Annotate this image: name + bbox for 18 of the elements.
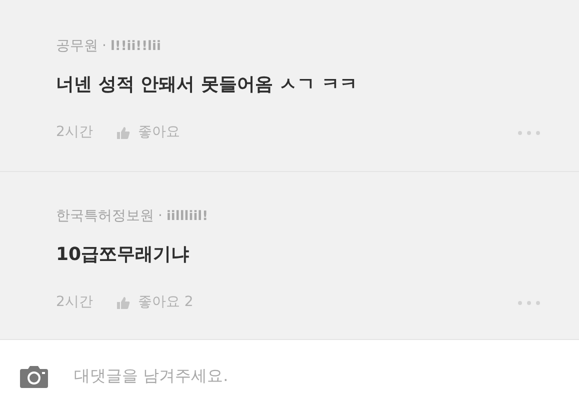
comment-time: 2시간 [56, 123, 93, 142]
author-name: 한국특허정보원 [56, 207, 154, 226]
separator-dot: · [158, 207, 162, 226]
reply-bar[interactable]: 대댓글을 남겨주세요. [0, 340, 579, 411]
more-icon[interactable] [517, 300, 541, 306]
camera-icon[interactable] [20, 364, 48, 388]
author-name: 공무원 [56, 37, 98, 56]
comment-text: 너넨 성적 안돼서 못들어옴 ㅅㄱ ㅋㅋ [56, 73, 358, 97]
thumbs-up-icon [116, 126, 130, 138]
comment-text: 10급쪼무래기냐 [56, 243, 190, 267]
more-icon[interactable] [517, 130, 541, 136]
nickname: l!!ii!!lii [110, 38, 161, 56]
like-button[interactable]: 좋아요 [116, 122, 180, 143]
nickname: iillliil! [166, 208, 208, 226]
thumbs-up-icon [116, 296, 130, 308]
separator-dot: · [102, 37, 106, 56]
comment-time: 2시간 [56, 293, 93, 312]
like-button[interactable]: 좋아요 2 [116, 292, 194, 313]
